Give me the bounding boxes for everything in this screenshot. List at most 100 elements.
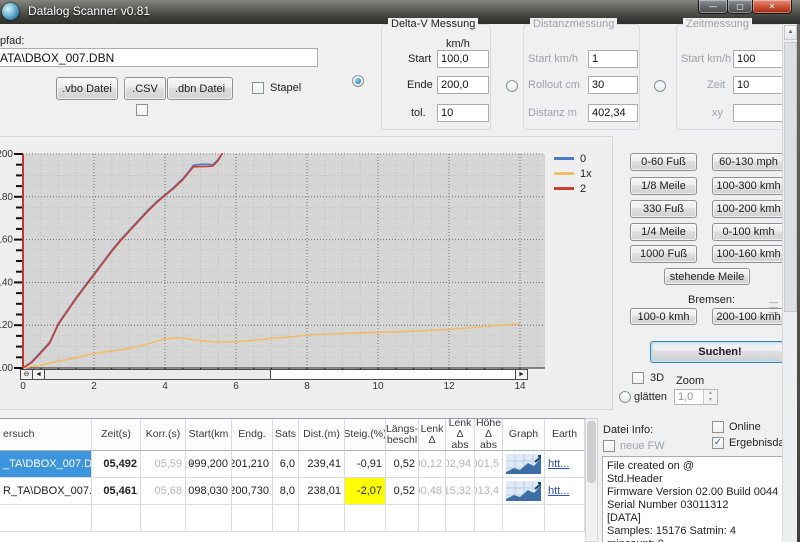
deltav-mode-radio[interactable] — [352, 75, 364, 87]
file-path-input[interactable] — [0, 48, 318, 67]
deltav-tol-input[interactable] — [437, 104, 489, 122]
cell-empty[interactable] — [446, 505, 475, 532]
btn-100-160-kmh[interactable]: 100-160 kmh — [712, 245, 785, 263]
cell-empty[interactable] — [386, 505, 419, 532]
hscroll-track[interactable] — [271, 370, 515, 379]
cell-endg[interactable]: 201,210 — [232, 451, 273, 478]
distanz-distanz-input[interactable] — [588, 104, 638, 122]
earth-link[interactable]: htt... — [548, 458, 569, 470]
cell-hoehe-abs[interactable]: 013,4 — [475, 478, 503, 505]
btn-stehende-meile[interactable]: stehende Meile — [664, 268, 750, 285]
cell-steig-highlighted[interactable]: -2,07 — [345, 478, 386, 505]
btn-0-60-fuss[interactable]: 0-60 Fuß — [630, 153, 697, 171]
earth-link[interactable]: htt... — [548, 485, 569, 497]
stapel-checkbox[interactable] — [252, 82, 264, 94]
col-header-hoehe-abs[interactable]: Höhe Δ abs — [475, 419, 503, 451]
glaetten-radio[interactable] — [619, 391, 631, 403]
scroll-left-icon[interactable]: ◄ — [33, 370, 45, 379]
hscroll-thumb[interactable] — [45, 370, 271, 379]
cell-lenk-abs[interactable]: 15,32 — [446, 478, 475, 505]
spinner-up-icon[interactable]: ▲ — [704, 390, 717, 397]
cell-graph[interactable] — [503, 451, 545, 478]
cell-earth[interactable]: htt... — [545, 478, 585, 505]
col-header-lenk[interactable]: Lenk Δ — [419, 419, 446, 451]
table-vscrollbar[interactable] — [585, 418, 598, 542]
3d-checkbox[interactable] — [632, 372, 644, 384]
btn-100-300-kmh[interactable]: 100-300 kmh — [712, 177, 785, 195]
btn-100-200-kmh[interactable]: 100-200 kmh — [712, 200, 785, 218]
file-info-textbox[interactable]: File created on @ Std.Header Firmware Ve… — [602, 456, 791, 542]
btn-60-130-mph[interactable]: 60-130 mph — [712, 153, 785, 171]
close-button[interactable]: ✕ — [752, 0, 792, 14]
cell-empty[interactable] — [141, 505, 186, 532]
cell-earth[interactable]: htt... — [545, 451, 585, 478]
cell-sats[interactable]: 6,0 — [273, 451, 299, 478]
cell-empty[interactable] — [475, 505, 503, 532]
zeit-xy-input[interactable] — [733, 104, 783, 122]
cell-empty[interactable] — [545, 505, 585, 532]
cell-laengs[interactable]: 0,52 — [386, 478, 419, 505]
btn-330-fuss[interactable]: 330 Fuß — [630, 200, 697, 218]
col-header-steig[interactable]: Steig.(%) — [345, 419, 386, 451]
btn-0-100-kmh[interactable]: 0-100 kmh — [712, 223, 785, 241]
col-header-sats[interactable]: Sats — [273, 419, 299, 451]
col-header-laengsbeschl[interactable]: Längs- beschl — [386, 419, 419, 451]
cell-zeit[interactable]: 05,461 — [92, 478, 141, 505]
csv-button[interactable]: .CSV — [124, 77, 166, 100]
neue-fw-checkbox[interactable] — [603, 440, 615, 452]
deltav-start-input[interactable] — [437, 50, 489, 68]
cell-korr[interactable]: 05,68 — [141, 478, 186, 505]
btn-1-4-meile[interactable]: 1/4 Meile — [630, 223, 697, 241]
window-vscrollbar[interactable]: ▲ — [782, 24, 797, 542]
zeit-zeit-input[interactable] — [733, 76, 783, 94]
cell-empty[interactable] — [0, 505, 92, 532]
table-vscroll-thumb[interactable] — [587, 421, 596, 483]
minimize-button[interactable]: — — [698, 0, 728, 14]
cell-laengs[interactable]: 0,52 — [386, 451, 419, 478]
col-header-lenk-abs[interactable]: Lenk Δ abs — [446, 419, 475, 451]
vscroll-thumb[interactable] — [784, 42, 797, 312]
btn-100-0-kmh[interactable]: 100-0 kmh — [630, 308, 697, 325]
col-header-dist[interactable]: Dist.(m) — [299, 419, 345, 451]
cell-empty[interactable] — [299, 505, 345, 532]
chart-hscrollbar[interactable]: ⊖ ◄ ► — [20, 369, 528, 380]
col-header-endg[interactable]: Endg. — [232, 419, 273, 451]
spinner-down-icon[interactable]: ▼ — [704, 397, 717, 404]
cell-empty[interactable] — [232, 505, 273, 532]
spinner-buttons[interactable]: ▲▼ — [703, 390, 717, 404]
cell-versuch[interactable]: R_TA\DBOX_007.DBN — [0, 478, 92, 505]
cell-lenk-abs[interactable]: 02,94 — [446, 451, 475, 478]
cell-empty[interactable] — [186, 505, 232, 532]
scroll-up-icon[interactable]: ▲ — [784, 25, 797, 40]
cell-korr[interactable]: 05,59 — [141, 451, 186, 478]
zeit-start-input[interactable] — [733, 50, 783, 68]
cell-start[interactable]: 098,030 — [186, 478, 232, 505]
cell-empty[interactable] — [273, 505, 299, 532]
scroll-right-icon[interactable]: ► — [515, 370, 527, 379]
cell-empty[interactable] — [419, 505, 446, 532]
cell-dist[interactable]: 238,01 — [299, 478, 345, 505]
cell-hoehe-abs[interactable]: 001,5 — [475, 451, 503, 478]
col-header-graph[interactable]: Graph — [503, 419, 545, 451]
col-header-zeit[interactable]: Zeit(s) — [92, 419, 141, 451]
online-checkbox[interactable] — [712, 421, 724, 433]
cell-graph[interactable] — [503, 478, 545, 505]
cell-endg[interactable]: 200,730 — [232, 478, 273, 505]
zoom-reset-icon[interactable]: ⊖ — [21, 370, 33, 379]
vbo-datei-button[interactable]: .vbo Datei — [56, 77, 118, 100]
cell-lenk[interactable]: -00,48 — [419, 478, 446, 505]
btn-1-8-meile[interactable]: 1/8 Meile — [630, 177, 697, 195]
suchen-button[interactable]: Suchen! — [650, 341, 790, 363]
col-header-korr[interactable]: Korr.(s) — [141, 419, 186, 451]
maximize-button[interactable]: ▢ — [727, 0, 753, 14]
col-header-earth[interactable]: Earth — [545, 419, 585, 451]
deltav-ende-input[interactable] — [437, 76, 489, 94]
info-scroll-up-icon[interactable]: ▲ — [188, 460, 195, 467]
col-header-start[interactable]: Start(km — [186, 419, 232, 451]
btn-1000-fuss[interactable]: 1000 Fuß — [630, 245, 697, 263]
distanz-mode-radio[interactable] — [506, 80, 518, 92]
zoom-spinner[interactable]: 1,0 ▲▼ — [674, 389, 718, 405]
cell-sats[interactable]: 8,0 — [273, 478, 299, 505]
csv-option-checkbox[interactable] — [136, 104, 148, 116]
cell-lenk[interactable]: 00,12 — [419, 451, 446, 478]
